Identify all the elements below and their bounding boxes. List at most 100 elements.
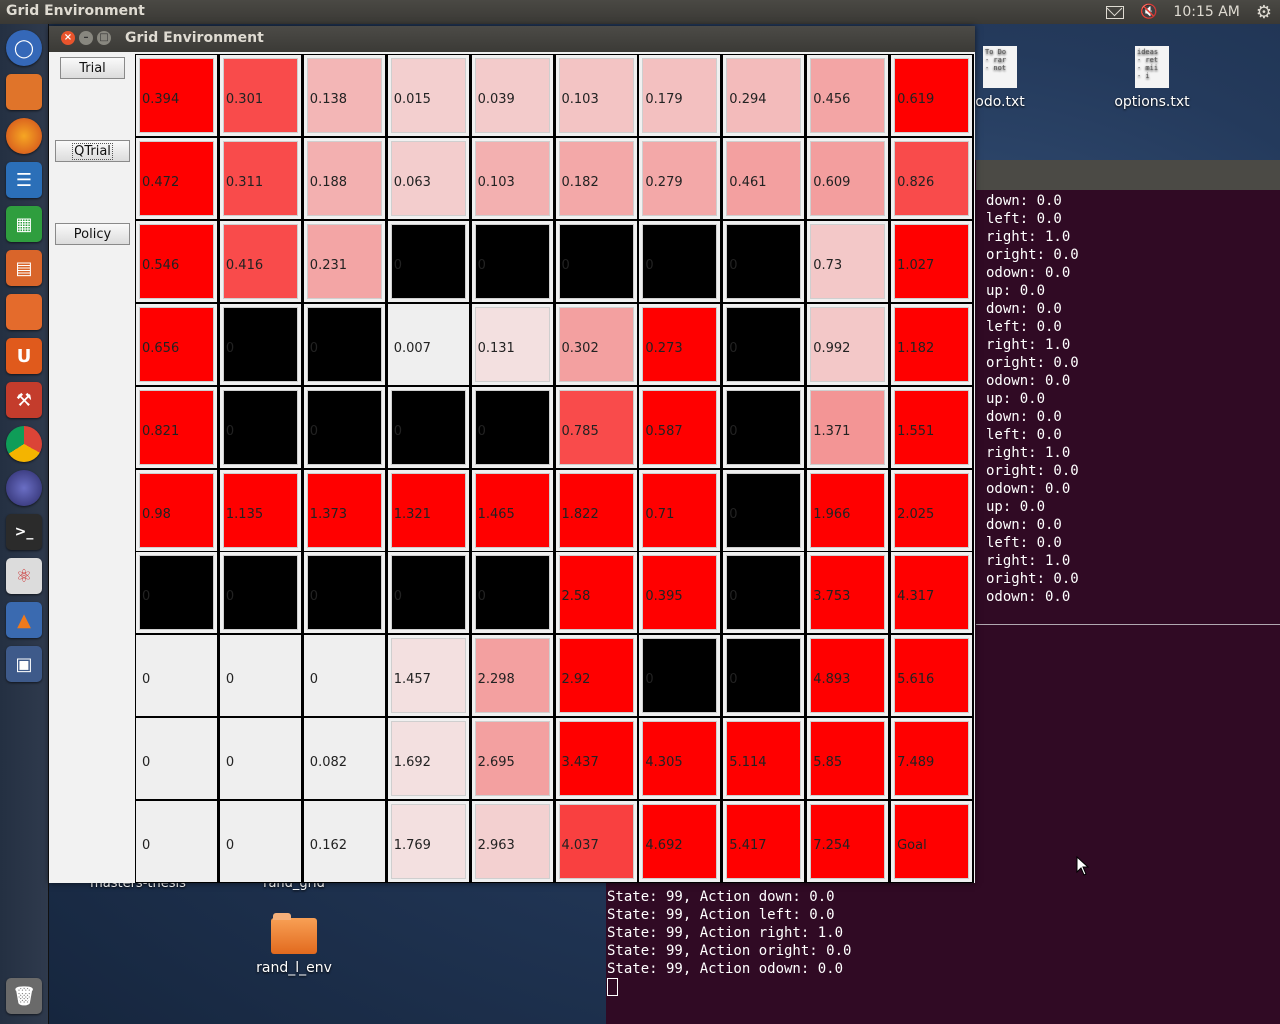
grid-cell: 0.294 bbox=[722, 54, 806, 137]
mail-icon[interactable] bbox=[1105, 5, 1124, 19]
writer-icon[interactable]: ☰ bbox=[6, 162, 42, 198]
grid-cell-fill: 2.695 bbox=[474, 721, 550, 797]
grid-cell-value: 0.103 bbox=[477, 174, 515, 190]
desktop-folder-rand-l-env[interactable]: rand_l_env bbox=[250, 913, 338, 976]
grid-cell: 1.551 bbox=[890, 385, 974, 469]
grid-cell: 0.416 bbox=[218, 219, 302, 303]
grid-cell: 0 bbox=[722, 219, 806, 303]
terminal-titlebar[interactable] bbox=[976, 160, 1280, 190]
close-icon[interactable]: × bbox=[61, 31, 75, 45]
grid-cell-value: 2.298 bbox=[477, 672, 515, 688]
grid-cell-fill: 0 bbox=[726, 306, 802, 382]
grid-cell-value: 0 bbox=[645, 672, 654, 688]
text-file-icon: To Do - rar - not bbox=[983, 46, 1017, 88]
grid-cell: 4.692 bbox=[638, 800, 722, 884]
terminal-output-lower: State: 99, Action down: 0.0 State: 99, Ac… bbox=[607, 888, 851, 996]
terminal-line: odown: 0.0 bbox=[986, 481, 1071, 497]
grid-cell-fill: 3.753 bbox=[810, 555, 886, 631]
grid-cell-fill: 0 bbox=[474, 389, 550, 465]
policy-button[interactable]: Policy bbox=[55, 223, 130, 245]
matlab-icon[interactable]: ▲ bbox=[6, 602, 42, 638]
grid-cell: 0 bbox=[470, 551, 554, 635]
trial-button[interactable]: Trial bbox=[60, 57, 125, 79]
calc-icon[interactable]: ▦ bbox=[6, 206, 42, 242]
maximize-icon[interactable]: □ bbox=[97, 31, 111, 45]
grid-cell: 0.302 bbox=[554, 302, 638, 386]
volume-muted-icon[interactable]: 🔇 bbox=[1140, 4, 1157, 20]
software-center-icon[interactable] bbox=[6, 294, 42, 330]
trash-icon[interactable]: 🗑 bbox=[6, 978, 42, 1014]
grid-cell: 0 bbox=[722, 468, 806, 552]
firefox-icon[interactable] bbox=[6, 118, 42, 154]
desktop-file-todo[interactable]: To Do - rar - not odo.txt bbox=[970, 46, 1030, 110]
grid-cell: 0 bbox=[218, 717, 302, 801]
grid-cell: 7.489 bbox=[890, 717, 974, 801]
grid-cell-fill: 0.082 bbox=[306, 721, 382, 797]
terminal-line: right: 1.0 bbox=[986, 337, 1071, 353]
grid-cell: 1.371 bbox=[806, 385, 890, 469]
java-icon[interactable]: ⚛ bbox=[6, 558, 42, 594]
grid-cell: 3.437 bbox=[554, 717, 638, 801]
ubuntu-dash-icon[interactable]: ◯ bbox=[6, 30, 42, 66]
grid-cell: 0.395 bbox=[638, 551, 722, 635]
grid-cell-fill: 0.785 bbox=[558, 389, 634, 465]
grid-cell-value: 2.025 bbox=[897, 506, 935, 522]
qtrial-button[interactable]: QTrial bbox=[55, 140, 130, 162]
grid-environment-window[interactable]: × – □ Grid Environment Trial QTrial Poli… bbox=[49, 26, 975, 884]
grid-cell-value: 0.063 bbox=[393, 174, 431, 190]
grid-cell-fill: 4.893 bbox=[810, 638, 886, 714]
grid-cell-fill: 0 bbox=[474, 223, 550, 299]
eclipse-icon[interactable] bbox=[6, 470, 42, 506]
value-grid: 0.394 0.301 0.138 0.015 0.039 0.103 0.179 0.294… bbox=[135, 54, 974, 884]
grid-cell-fill: 0 bbox=[139, 555, 214, 631]
terminal-line: down: 0.0 bbox=[986, 517, 1062, 533]
clock[interactable]: 10:15 AM bbox=[1173, 4, 1239, 20]
grid-cell-value: 5.85 bbox=[813, 755, 843, 771]
grid-cell: 0.619 bbox=[890, 54, 974, 137]
grid-cell-fill: 1.465 bbox=[474, 472, 550, 548]
grid-cell-fill: 1.457 bbox=[390, 638, 466, 714]
grid-cell-value: 0 bbox=[225, 589, 235, 605]
terminal-icon[interactable]: >_ bbox=[6, 514, 42, 550]
grid-cell-value: 0.182 bbox=[561, 174, 599, 190]
grid-cell-value: 4.893 bbox=[813, 672, 851, 688]
grid-cell: 0.063 bbox=[386, 136, 470, 220]
grid-cell-value: 0.007 bbox=[393, 340, 431, 356]
grid-cell-fill: 0 bbox=[222, 804, 298, 880]
grid-cell-fill: 4.692 bbox=[642, 804, 718, 880]
settings-icon[interactable]: ⚒ bbox=[6, 382, 42, 418]
minimize-icon[interactable]: – bbox=[79, 31, 93, 45]
grid-cell-value: 0 bbox=[393, 589, 402, 605]
grid-cell: 0.039 bbox=[470, 54, 554, 137]
grid-cell-fill: 0 bbox=[222, 389, 298, 465]
grid-cell-value: 0 bbox=[729, 589, 738, 605]
grid-cell-fill: 0.461 bbox=[726, 140, 802, 216]
grid-cell-value: 7.254 bbox=[813, 838, 851, 854]
grid-cell: 0.587 bbox=[638, 385, 722, 469]
terminal-line: left: 0.0 bbox=[986, 319, 1062, 335]
grid-cell-fill: 0.162 bbox=[306, 804, 382, 880]
grid-cell-fill: 1.551 bbox=[894, 389, 970, 465]
grid-cell-fill: 0.138 bbox=[306, 58, 382, 133]
grid-cell-fill: 2.025 bbox=[894, 472, 970, 548]
grid-cell-value: 1.769 bbox=[393, 838, 431, 854]
impress-icon[interactable]: ▤ bbox=[6, 250, 42, 286]
grid-cell: 5.114 bbox=[722, 717, 806, 801]
window-titlebar[interactable]: × – □ Grid Environment bbox=[49, 26, 975, 52]
files-icon[interactable] bbox=[6, 74, 42, 110]
desktop-file-options[interactable]: ideas - ret - mii - i options.txt bbox=[1110, 46, 1194, 110]
chrome-icon[interactable] bbox=[6, 426, 42, 462]
grid-cell-fill: 0.394 bbox=[139, 58, 214, 133]
grid-cell-value: 0.162 bbox=[309, 838, 348, 854]
grid-cell-value: 5.616 bbox=[897, 672, 935, 688]
ubuntu-one-icon[interactable]: U bbox=[6, 338, 42, 374]
grid-cell: 1.692 bbox=[386, 717, 470, 801]
grid-cell-value: 0.609 bbox=[813, 174, 851, 190]
grid-cell-fill: 0.609 bbox=[810, 140, 886, 216]
workspace-switcher-icon[interactable]: ▣ bbox=[6, 646, 42, 682]
grid-cell-value: 0 bbox=[729, 257, 738, 273]
grid-cell-value: 0 bbox=[645, 257, 654, 273]
grid-cell-fill: 5.616 bbox=[894, 638, 970, 714]
terminal-line: down: 0.0 bbox=[986, 301, 1062, 317]
gear-icon[interactable]: ⚙ bbox=[1256, 2, 1272, 23]
